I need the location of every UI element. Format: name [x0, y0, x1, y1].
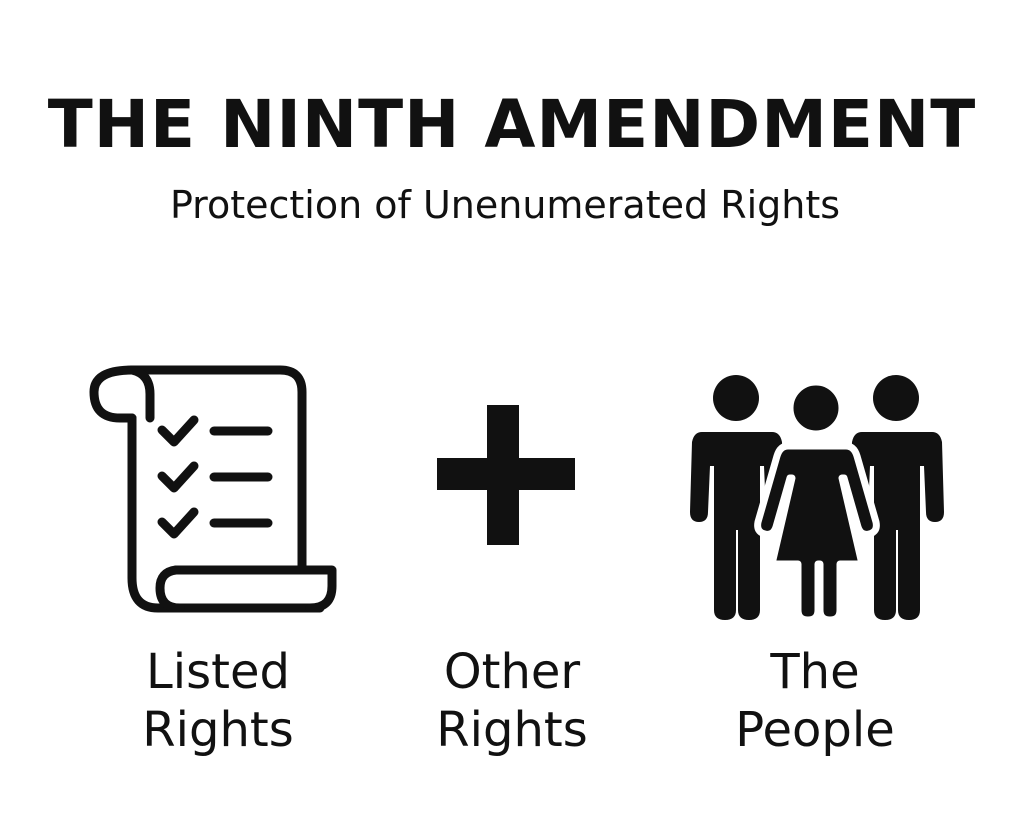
label-line: Rights — [142, 702, 294, 758]
plus-icon — [437, 405, 575, 545]
label-line: People — [735, 702, 895, 758]
label-line: Rights — [436, 702, 588, 758]
page-subtitle: Protection of Unenumerated Rights — [169, 183, 841, 227]
people-group-icon — [690, 375, 944, 620]
label-line: Other — [443, 644, 581, 700]
scroll-checklist-icon — [89, 365, 337, 613]
label-other-rights: Other Rights — [362, 643, 662, 759]
label-line: The — [770, 644, 860, 700]
label-listed-rights: Listed Rights — [68, 643, 368, 759]
label-the-people: The People — [665, 643, 965, 759]
label-line: Listed — [146, 644, 290, 700]
page-title: THE NINTH AMENDMENT — [47, 86, 977, 163]
